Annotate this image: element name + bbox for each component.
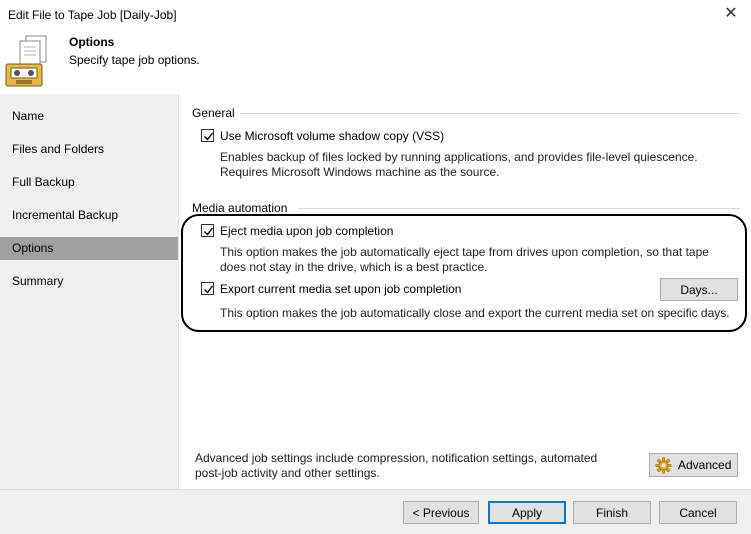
advanced-button-label: Advanced [678,458,732,472]
eject-description-line2: does not stay in the drive, which is a b… [220,260,488,274]
sidebar: Name Files and Folders Full Backup Incre… [0,94,178,489]
apply-button[interactable]: Apply [488,501,566,524]
eject-description-line1: This option makes the job automatically … [220,245,709,259]
vss-checkbox[interactable] [201,129,214,142]
close-icon[interactable]: ✕ [721,4,741,24]
vss-label[interactable]: Use Microsoft volume shadow copy (VSS) [220,129,444,143]
checkmark-icon [204,132,214,141]
sidebar-item-name[interactable]: Name [0,105,178,128]
checkmark-icon [204,285,214,294]
cancel-button[interactable]: Cancel [659,501,737,524]
export-description: This option makes the job automatically … [220,306,730,320]
finish-button[interactable]: Finish [573,501,651,524]
sidebar-item-files-and-folders[interactable]: Files and Folders [0,138,178,161]
gear-icon [655,457,672,474]
page-title: Options [69,35,115,49]
title-bar: Edit File to Tape Job [Daily-Job] ✕ [0,0,751,30]
header: Options Specify tape job options. [0,30,751,94]
sidebar-item-incremental-backup[interactable]: Incremental Backup [0,204,178,227]
sidebar-item-options[interactable]: Options [0,237,178,260]
page-subtitle: Specify tape job options. [69,53,200,67]
advanced-button[interactable]: Advanced [649,453,738,477]
general-section-label: General [192,106,235,120]
checkmark-icon [204,227,214,236]
general-divider [240,113,740,114]
export-media-label[interactable]: Export current media set upon job comple… [220,282,461,296]
previous-button[interactable]: < Previous [403,501,479,524]
advanced-description-line2: post-job activity and other settings. [195,466,380,480]
window-title: Edit File to Tape Job [Daily-Job] [8,8,177,22]
sidebar-item-full-backup[interactable]: Full Backup [0,171,178,194]
sidebar-item-summary[interactable]: Summary [0,270,178,293]
media-section-label: Media automation [192,201,288,215]
eject-media-checkbox[interactable] [201,224,214,237]
export-media-checkbox[interactable] [201,282,214,295]
media-divider [298,208,740,209]
vss-description-line2: Requires Microsoft Windows machine as th… [220,165,500,179]
tape-documents-icon [5,35,47,87]
advanced-description-line1: Advanced job settings include compressio… [195,451,598,465]
days-button[interactable]: Days... [660,278,738,301]
eject-media-label[interactable]: Eject media upon job completion [220,224,393,238]
vss-description-line1: Enables backup of files locked by runnin… [220,150,698,164]
